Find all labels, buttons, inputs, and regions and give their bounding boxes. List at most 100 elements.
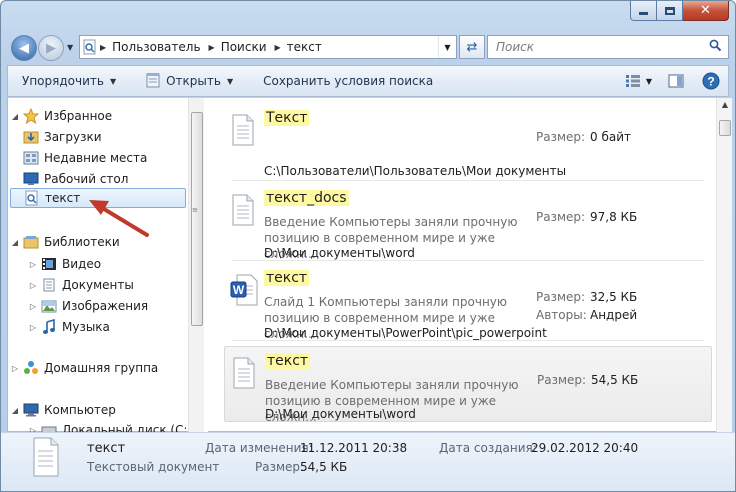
navigation-pane: ◢ Избранное Загрузки Недавние места Рабо… <box>8 98 186 432</box>
star-icon <box>22 108 40 124</box>
word-document-icon: W <box>230 274 258 306</box>
expand-icon[interactable]: ▷ <box>26 323 40 332</box>
result-name: текст <box>264 270 310 286</box>
nav-saved-search-text[interactable]: текст <box>10 188 186 208</box>
size-value: 97,8 КБ <box>590 210 638 224</box>
open-button[interactable]: Открыть ▼ <box>146 72 233 91</box>
svg-text:W: W <box>233 283 245 297</box>
text-file-icon <box>230 194 256 226</box>
help-icon: ? <box>702 72 720 90</box>
text-file-icon <box>31 437 61 480</box>
breadcrumb-searches[interactable]: ▶ Поиски <box>209 40 267 54</box>
breadcrumb-current[interactable]: ▶ текст <box>275 40 322 54</box>
save-search-button[interactable]: Сохранить условия поиска <box>263 74 433 88</box>
details-modified-label: Дата изменения: <box>205 441 313 455</box>
nav-libraries[interactable]: ◢ Библиотеки <box>8 232 120 252</box>
refresh-icon: ⇄ <box>466 39 478 55</box>
row-divider <box>232 260 704 261</box>
nav-documents[interactable]: ▷ Документы <box>26 275 134 295</box>
forward-button[interactable]: ▶ <box>38 35 64 61</box>
details-size-value: 54,5 КБ <box>300 460 348 474</box>
collapse-icon[interactable]: ◢ <box>8 238 22 247</box>
scrollbar-grip-icon: ≡ <box>192 206 198 214</box>
result-item[interactable]: W текст Слайд 1 Компьютеры заняли прочну… <box>224 264 712 341</box>
nav-pictures[interactable]: ▷ Изображения <box>26 296 148 316</box>
size-label: Размер: <box>537 373 587 387</box>
result-item-hovered[interactable]: текст Введение Компьютеры заняли прочную… <box>224 346 712 424</box>
expand-icon[interactable]: ▷ <box>8 364 22 373</box>
scrollbar-thumb[interactable] <box>191 112 203 326</box>
preview-pane-button[interactable] <box>668 74 684 88</box>
back-button[interactable]: ◀ <box>11 35 37 61</box>
nav-video[interactable]: ▷ Видео <box>26 254 101 274</box>
minimize-button[interactable] <box>630 1 657 21</box>
search-box[interactable] <box>487 35 729 59</box>
recent-pages-dropdown[interactable]: ▼ <box>67 43 73 52</box>
text-file-icon <box>230 114 256 146</box>
results-scrollbar[interactable]: ▲ <box>716 98 732 432</box>
address-bar[interactable]: ▶ Пользователь ▶ Поиски ▶ текст ▼ <box>79 35 457 59</box>
nav-downloads[interactable]: Загрузки <box>22 127 102 147</box>
notepad-icon <box>146 72 160 91</box>
breadcrumb-separator-icon[interactable]: ▶ <box>209 43 215 52</box>
size-label: Размер: <box>536 130 586 144</box>
close-button[interactable]: ✕ <box>683 1 729 21</box>
size-value: 32,5 КБ <box>590 290 638 304</box>
nav-recent-places[interactable]: Недавние места <box>22 148 147 168</box>
back-arrow-icon: ◀ <box>19 40 29 56</box>
search-icon[interactable] <box>709 39 722 55</box>
navigation-pane-scrollbar[interactable]: ≡ <box>188 98 204 432</box>
scroll-up-icon[interactable]: ▲ <box>717 100 733 114</box>
view-icon <box>625 75 640 87</box>
organize-button[interactable]: Упорядочить ▼ <box>22 74 116 88</box>
size-value: 0 байт <box>590 130 631 144</box>
chevron-down-icon: ▼ <box>645 76 652 86</box>
breadcrumb-users[interactable]: ▶ Пользователь <box>100 40 201 54</box>
collapse-icon[interactable]: ◢ <box>8 112 22 121</box>
nav-desktop[interactable]: Рабочий стол <box>22 169 128 189</box>
downloads-folder-icon <box>22 129 40 145</box>
saved-search-icon <box>23 190 41 206</box>
homegroup-icon <box>22 360 40 376</box>
details-pane: текст Текстовый документ Дата изменения:… <box>1 432 735 491</box>
search-input[interactable] <box>496 40 696 54</box>
desktop-icon <box>22 171 40 187</box>
result-path: D:\Мои документы\word <box>264 246 415 260</box>
expand-icon[interactable]: ▷ <box>26 260 40 269</box>
nav-local-disk[interactable]: ▷ Локальный диск (C:) <box>26 420 186 432</box>
result-name: Текст <box>264 110 310 126</box>
collapse-icon[interactable]: ◢ <box>8 406 22 415</box>
scrollbar-thumb[interactable] <box>719 120 731 136</box>
expand-icon[interactable]: ▷ <box>26 302 40 311</box>
size-label: Размер: <box>536 210 586 224</box>
result-item[interactable]: Текст Размер: 0 байт C:\Пользователи\Пол… <box>224 104 712 181</box>
disk-icon <box>40 422 58 432</box>
recent-places-icon <box>22 150 40 166</box>
result-name: текст_docs <box>264 190 349 206</box>
preview-pane-icon <box>668 74 684 88</box>
maximize-button[interactable] <box>657 1 683 21</box>
nav-homegroup[interactable]: ▷ Домашняя группа <box>8 358 158 378</box>
expand-icon[interactable]: ▷ <box>26 281 40 290</box>
help-button[interactable]: ? <box>702 72 720 90</box>
explorer-window: ✕ ◀ ▶ ▼ ▶ Пользователь ▶ Поиски ▶ текст ▼ ⇄ <box>0 0 736 492</box>
result-item[interactable]: текст_docs Введение Компьютеры заняли пр… <box>224 184 712 261</box>
breadcrumb-separator-icon[interactable]: ▶ <box>275 43 281 52</box>
nav-computer[interactable]: ◢ Компьютер <box>8 400 116 420</box>
authors-label: Авторы: <box>536 308 587 322</box>
libraries-icon <box>22 234 40 250</box>
breadcrumb-separator-icon[interactable]: ▶ <box>100 43 106 52</box>
view-options-button[interactable]: ▼ <box>625 74 652 88</box>
result-name: текст <box>265 353 311 369</box>
refresh-button[interactable]: ⇄ <box>459 35 485 59</box>
video-icon <box>40 256 58 272</box>
nav-favorites[interactable]: ◢ Избранное <box>8 106 112 126</box>
result-path: D:\Мои документы\word <box>265 407 416 421</box>
result-path: C:\Пользователи\Пользователь\Мои докумен… <box>264 164 567 178</box>
details-created-label: Дата создания: <box>439 441 537 455</box>
chevron-down-icon: ▼ <box>226 76 234 86</box>
details-size-label: Размер: <box>255 460 305 474</box>
nav-music[interactable]: ▷ Музыка <box>26 317 110 337</box>
address-history-dropdown[interactable]: ▼ <box>438 36 456 58</box>
text-file-icon <box>231 357 257 389</box>
